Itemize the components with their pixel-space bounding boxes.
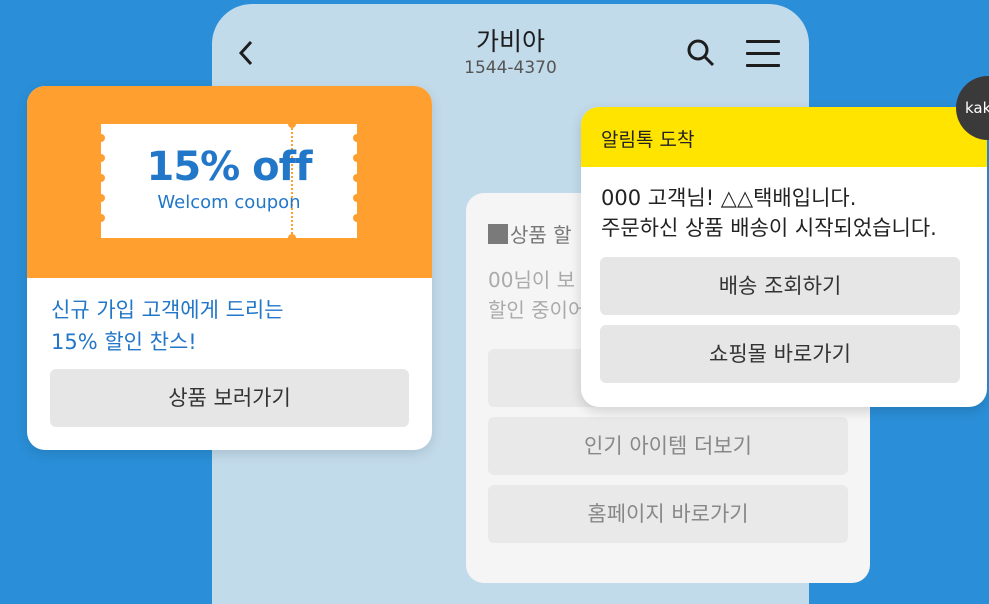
square-bullet-icon [488, 224, 508, 244]
popular-items-button[interactable]: 인기 아이템 더보기 [488, 417, 848, 475]
alimtalk-header-label: 알림톡 도착 [601, 129, 695, 151]
view-products-button[interactable]: 상품 보러가기 [50, 369, 409, 427]
promo-message-body: 00님이 보 할인 중이어 [488, 268, 587, 322]
search-icon[interactable] [686, 38, 716, 68]
track-delivery-button[interactable]: 배송 조회하기 [600, 257, 960, 315]
homepage-button[interactable]: 홈페이지 바로가기 [488, 485, 848, 543]
promo-message-heading: 상품 할 [488, 219, 572, 248]
alimtalk-message: 000 고객님! △△택배입니다. 주문하신 상품 배송이 시작되었습니다. [601, 186, 937, 240]
coupon-subtitle: Welcom coupon [157, 192, 301, 213]
coupon-description: 신규 가입 고객에게 드리는 15% 할인 찬스! [51, 298, 284, 354]
alimtalk-header: 알림톡 도착 [581, 107, 987, 167]
shopping-mall-button[interactable]: 쇼핑몰 바로가기 [600, 325, 960, 383]
coupon-card: 15% off Welcom coupon 신규 가입 고객에게 드리는 15%… [27, 86, 432, 450]
coupon-banner: 15% off Welcom coupon [27, 86, 432, 278]
chat-phone-number: 1544-4370 [464, 58, 557, 78]
chat-title: 가비아 [475, 27, 545, 56]
coupon-ticket: 15% off Welcom coupon [97, 120, 361, 242]
alimtalk-card: 알림톡 도착 000 고객님! △△택배입니다. 주문하신 상품 배송이 시작되… [581, 107, 987, 407]
coupon-discount: 15% off [146, 144, 313, 190]
hamburger-menu-icon[interactable] [746, 40, 780, 68]
